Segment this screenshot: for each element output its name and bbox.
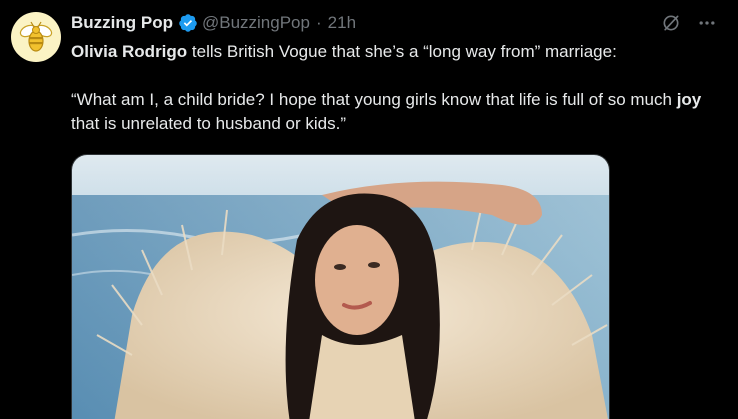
verified-badge-icon [179, 14, 197, 32]
mention-name: Olivia Rodrigo [71, 42, 188, 61]
quote-start: “What am I, a child bride? I hope that y… [71, 90, 677, 109]
more-options-icon[interactable] [696, 12, 718, 34]
display-name[interactable]: Buzzing Pop [71, 12, 173, 34]
timestamp[interactable]: 21h [328, 12, 356, 34]
tweet-header: Buzzing Pop @BuzzingPop · 21h [71, 12, 356, 34]
tweet-quote: “What am I, a child bride? I hope that y… [71, 88, 721, 136]
tweet-photo[interactable] [71, 154, 610, 419]
grok-icon[interactable] [660, 12, 682, 34]
tweet-text: Olivia Rodrigo tells British Vogue that … [71, 40, 721, 136]
grok-slash-icon [663, 15, 679, 31]
tweet[interactable]: Buzzing Pop @BuzzingPop · 21h Olivia Rod… [0, 0, 738, 419]
separator-dot: · [315, 13, 322, 32]
tweet-actions-top [660, 12, 718, 34]
ellipsis-icon [699, 21, 715, 25]
tweet-line-1: Olivia Rodrigo tells British Vogue that … [71, 40, 721, 64]
photo-image [72, 155, 609, 419]
quote-end: that is unrelated to husband or kids.” [71, 114, 346, 133]
bee-icon [19, 21, 53, 52]
quote-bold-word: joy [676, 90, 702, 109]
avatar[interactable] [11, 12, 61, 62]
author-handle[interactable]: @BuzzingPop [202, 12, 310, 34]
tweet-line-1-rest: tells British Vogue that she’s a “long w… [187, 42, 617, 61]
